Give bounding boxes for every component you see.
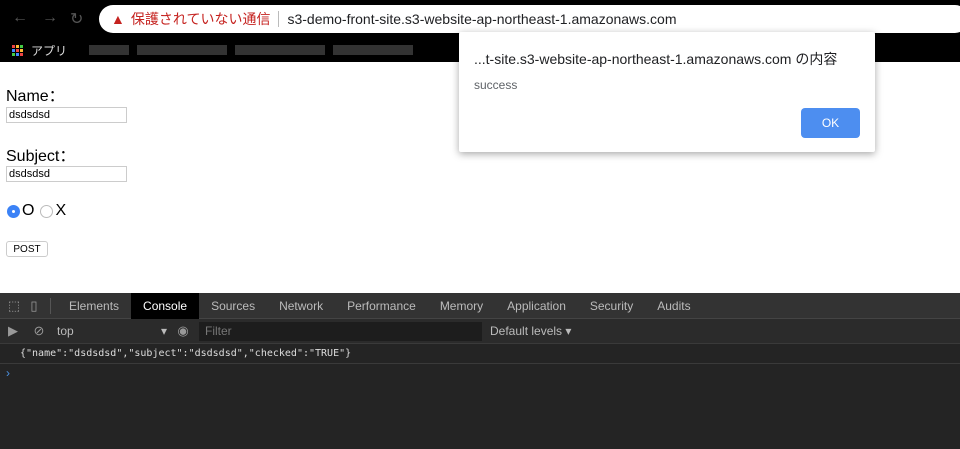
bookmark-blurred[interactable] — [333, 45, 414, 55]
forward-icon[interactable]: → — [42, 9, 58, 27]
bookmark-apps[interactable]: アプリ — [31, 42, 67, 59]
name-input[interactable]: dsdsdsd — [6, 107, 127, 123]
subject-label: Subject： — [6, 148, 76, 165]
device-toolbar-icon[interactable]: ▯ — [24, 298, 44, 314]
bookmark-blurred[interactable] — [137, 45, 228, 55]
clear-console-icon[interactable]: ⊘ — [29, 323, 49, 339]
post-button[interactable]: POST — [6, 241, 48, 257]
tab-audits[interactable]: Audits — [645, 293, 702, 319]
filter-input[interactable]: Filter — [199, 321, 482, 341]
console-prompt-icon[interactable]: › — [0, 364, 960, 382]
divider — [278, 11, 280, 27]
ok-button[interactable]: OK — [801, 108, 860, 138]
url-text: s3-demo-front-site.s3-website-ap-northea… — [287, 11, 677, 27]
context-select[interactable]: top ▾ — [49, 324, 173, 338]
inspect-icon[interactable]: ⬚ — [4, 298, 24, 314]
warning-icon: ▲ — [111, 11, 125, 27]
alert-dialog: ...t-site.s3-website-ap-northeast-1.amaz… — [459, 32, 875, 152]
divider — [50, 297, 51, 314]
address-bar[interactable]: ▲ 保護されていない通信 s3-demo-front-site.s3-websit… — [99, 5, 960, 33]
radio-x-label: X — [55, 202, 67, 219]
log-levels-dropdown[interactable]: Default levels ▾ — [490, 324, 571, 338]
back-icon[interactable]: ← — [12, 9, 28, 27]
dropdown-icon: ▾ — [160, 324, 167, 338]
console-log-entry: {"name":"dsdsdsd","subject":"dsdsdsd","c… — [0, 344, 960, 364]
tab-memory[interactable]: Memory — [428, 293, 495, 319]
name-label: Name： — [6, 88, 65, 105]
tab-application[interactable]: Application — [495, 293, 578, 319]
apps-grid-icon — [12, 44, 23, 56]
radio-o-label: O — [22, 202, 35, 219]
tab-elements[interactable]: Elements — [57, 293, 131, 319]
tab-network[interactable]: Network — [267, 293, 335, 319]
radio-o[interactable] — [7, 204, 20, 218]
devtools-panel: ⬚ ▯ Elements Console Sources Network Per… — [0, 292, 960, 449]
bookmark-blurred[interactable] — [89, 45, 130, 55]
dialog-title: ...t-site.s3-website-ap-northeast-1.amaz… — [474, 51, 838, 67]
security-indicator[interactable]: ▲ 保護されていない通信 — [111, 9, 270, 29]
sidebar-toggle-icon[interactable]: ▶ — [3, 323, 23, 339]
reload-icon[interactable]: ↻ — [70, 9, 83, 29]
tab-performance[interactable]: Performance — [335, 293, 428, 319]
subject-input[interactable]: dsdsdsd — [6, 166, 127, 182]
eye-icon[interactable]: ◉ — [173, 323, 193, 339]
bookmark-blurred[interactable] — [235, 45, 326, 55]
radio-group: O X — [7, 202, 66, 220]
tab-security[interactable]: Security — [578, 293, 645, 319]
console-toolbar: ▶ ⊘ top ▾ ◉ Filter Default levels ▾ — [0, 319, 960, 344]
radio-x[interactable] — [40, 204, 54, 218]
devtools-tabs: ⬚ ▯ Elements Console Sources Network Per… — [0, 292, 960, 319]
tab-console[interactable]: Console — [131, 292, 200, 319]
tab-sources[interactable]: Sources — [199, 293, 267, 319]
dialog-message: success — [474, 78, 518, 92]
context-value: top — [57, 324, 74, 338]
